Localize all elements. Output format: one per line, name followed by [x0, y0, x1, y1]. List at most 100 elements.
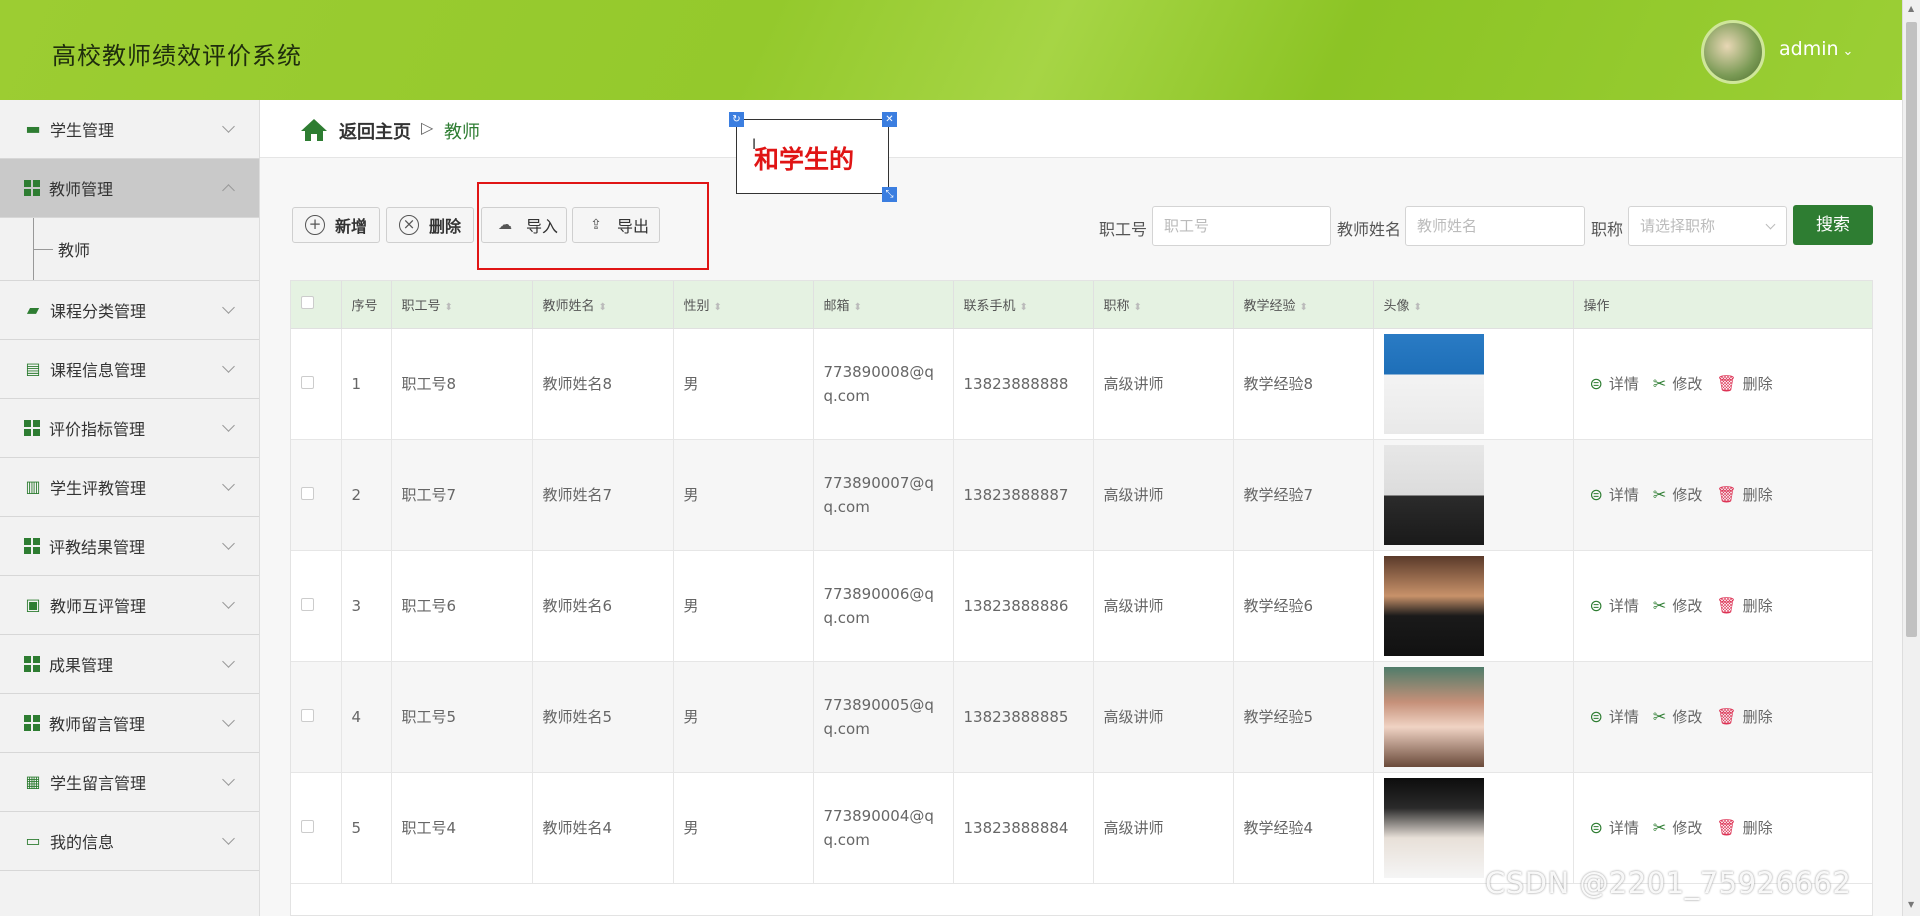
scroll-up-icon[interactable]: ▲: [1908, 4, 1914, 13]
scrollbar-thumb[interactable]: [1906, 22, 1917, 637]
detail-button[interactable]: ⊜ 详情: [1590, 816, 1639, 840]
select-all-checkbox[interactable]: [301, 295, 314, 309]
edit-button[interactable]: ✂ 修改: [1653, 705, 1702, 729]
sidebar-item-student[interactable]: ▬ 学生管理: [0, 100, 259, 159]
teacher-photo[interactable]: [1383, 777, 1484, 878]
briefcase-icon: ▦: [25, 772, 41, 791]
row-delete-button[interactable]: 🗑 删除: [1716, 594, 1772, 618]
title-select[interactable]: 请选择职称: [1628, 206, 1787, 246]
row-delete-button[interactable]: 🗑 删除: [1716, 483, 1772, 507]
row-checkbox[interactable]: [301, 597, 314, 611]
sidebar-item-my-info[interactable]: ▭ 我的信息: [0, 812, 259, 871]
select-all-cell[interactable]: [291, 281, 342, 329]
grid-icon: [24, 180, 40, 196]
annotation-textbox[interactable]: 和学生的: [736, 119, 889, 194]
column-header[interactable]: 头像 ⬍: [1373, 281, 1574, 329]
teacher-name-input[interactable]: 教师姓名: [1405, 206, 1585, 246]
teacher-photo[interactable]: [1383, 444, 1484, 545]
sort-icon: ⬍: [853, 301, 862, 313]
trash-icon: 🗑: [1716, 484, 1737, 504]
row-checkbox[interactable]: [301, 486, 314, 500]
sidebar-item-teacher[interactable]: 教师管理: [0, 159, 259, 218]
edit-button[interactable]: ✂ 修改: [1653, 372, 1702, 396]
sidebar-item-label: 教师留言管理: [49, 715, 146, 734]
detail-button[interactable]: ⊜ 详情: [1590, 594, 1639, 618]
row-delete-button[interactable]: 🗑 删除: [1716, 705, 1772, 729]
rotate-handle-icon[interactable]: ↻: [729, 112, 744, 127]
cell-experience: 教学经验4: [1233, 772, 1374, 884]
monitor-icon: ▬: [25, 119, 41, 138]
sidebar-item-achievement[interactable]: 成果管理: [0, 635, 259, 694]
edit-button[interactable]: ✂ 修改: [1653, 816, 1702, 840]
column-header[interactable]: 教师姓名 ⬍: [532, 281, 674, 329]
sidebar-item-eval-result[interactable]: 评教结果管理: [0, 517, 259, 576]
sidebar-item-peer-eval[interactable]: ▣ 教师互评管理: [0, 576, 259, 635]
row-delete-button[interactable]: 🗑 删除: [1716, 372, 1772, 396]
sidebar-item-course-category[interactable]: ▰ 课程分类管理: [0, 281, 259, 340]
search-button[interactable]: 搜索: [1793, 205, 1873, 245]
detail-button[interactable]: ⊜ 详情: [1590, 372, 1639, 396]
scroll-down-icon[interactable]: ▼: [1908, 900, 1914, 909]
cell-actions: ⊜ 详情 ✂ 修改 🗑 删除: [1573, 550, 1872, 662]
edit-button[interactable]: ✂ 修改: [1653, 594, 1702, 618]
row-select-cell[interactable]: [291, 328, 342, 440]
column-header[interactable]: 邮箱 ⬍: [813, 281, 954, 329]
wrench-icon: ✂: [1652, 595, 1667, 615]
sidebar-item-teacher-message[interactable]: 教师留言管理: [0, 694, 259, 753]
user-avatar[interactable]: [1701, 20, 1765, 84]
title-label: 职称: [1591, 220, 1624, 239]
page-scrollbar[interactable]: ▲ ▼: [1902, 0, 1920, 916]
detail-icon: ⊜: [1589, 595, 1603, 615]
import-button[interactable]: ☁ 导入: [481, 207, 567, 243]
resize-handle-icon[interactable]: ⤡: [882, 187, 897, 202]
edit-button[interactable]: ✂ 修改: [1653, 483, 1702, 507]
user-menu[interactable]: admin ⌄: [1779, 38, 1853, 60]
column-header[interactable]: 性别 ⬍: [673, 281, 814, 329]
breadcrumb-home-link[interactable]: 返回主页: [339, 118, 411, 144]
sidebar-item-eval-index[interactable]: 评价指标管理: [0, 399, 259, 458]
cell-phone: 13823888885: [953, 661, 1094, 773]
sidebar-item-student-eval[interactable]: ▥ 学生评教管理: [0, 458, 259, 517]
teacher-photo[interactable]: [1383, 555, 1484, 656]
export-button[interactable]: ⇪ 导出: [572, 207, 660, 243]
close-icon[interactable]: ✕: [882, 112, 897, 127]
row-select-cell[interactable]: [291, 661, 342, 773]
cell-experience: 教学经验5: [1233, 661, 1374, 773]
add-button[interactable]: + 新增: [292, 207, 380, 243]
column-header[interactable]: 教学经验 ⬍: [1233, 281, 1374, 329]
sidebar-item-course-info[interactable]: ▤ 课程信息管理: [0, 340, 259, 399]
sidebar: ▬ 学生管理 教师管理 教师 ▰ 课程分类管理 ▤ 课程信息管理 评价指标管理 …: [0, 100, 260, 916]
cell-avatar: [1373, 550, 1574, 662]
sidebar-subitem-label: 教师: [58, 241, 91, 260]
grid-icon: [24, 715, 40, 731]
detail-button[interactable]: ⊜ 详情: [1590, 705, 1639, 729]
sidebar-item-student-message[interactable]: ▦ 学生留言管理: [0, 753, 259, 812]
row-checkbox[interactable]: [301, 819, 314, 833]
row-delete-button[interactable]: 🗑 删除: [1716, 816, 1772, 840]
annotation-text[interactable]: 和学生的: [754, 140, 854, 176]
row-select-cell[interactable]: [291, 550, 342, 662]
chevron-down-icon: [222, 655, 235, 668]
cell-phone: 13823888887: [953, 439, 1094, 551]
column-header[interactable]: 职工号 ⬍: [391, 281, 533, 329]
row-checkbox[interactable]: [301, 708, 314, 722]
emp-no-input[interactable]: 职工号: [1152, 206, 1331, 246]
cell-avatar: [1373, 661, 1574, 773]
teacher-photo[interactable]: [1383, 666, 1484, 767]
delete-button[interactable]: × 删除: [386, 207, 474, 243]
column-header[interactable]: 联系手机 ⬍: [953, 281, 1094, 329]
detail-button[interactable]: ⊜ 详情: [1590, 483, 1639, 507]
sort-icon: ⬍: [713, 301, 722, 313]
row-select-cell[interactable]: [291, 439, 342, 551]
home-icon[interactable]: [300, 118, 328, 142]
row-checkbox[interactable]: [301, 375, 314, 389]
chevron-down-icon: [222, 301, 235, 314]
chevron-up-icon: [222, 184, 235, 197]
teacher-photo[interactable]: [1383, 333, 1484, 434]
sidebar-subitem-teacher[interactable]: 教师: [0, 218, 259, 281]
column-header[interactable]: 职称 ⬍: [1093, 281, 1234, 329]
row-select-cell[interactable]: [291, 772, 342, 884]
detail-icon: ⊜: [1589, 373, 1603, 393]
cell-avatar: [1373, 439, 1574, 551]
cell-title: 高级讲师: [1093, 328, 1234, 440]
